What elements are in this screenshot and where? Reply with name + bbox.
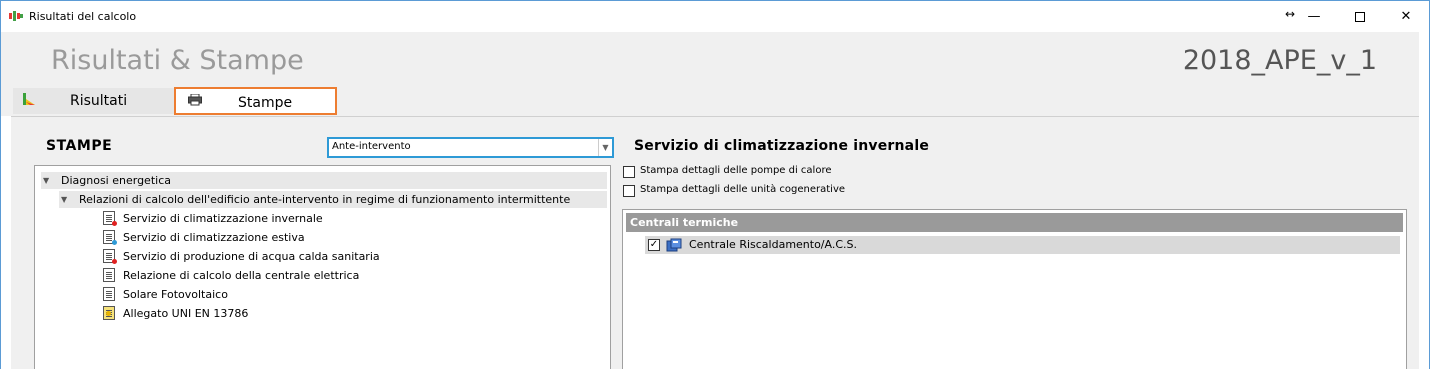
close-button[interactable]: ✕ xyxy=(1383,1,1429,32)
option-cogeneration-label: Stampa dettagli delle unità cogenerative xyxy=(640,184,846,195)
plant-checkbox[interactable]: ✓ xyxy=(648,239,660,251)
report-cooling-icon xyxy=(103,230,117,245)
report-dhw-icon xyxy=(103,249,117,264)
tree-node-group[interactable]: ▼ Relazioni di calcolo dell'edificio ant… xyxy=(59,191,607,208)
tree-item-label: Servizio di climatizzazione invernale xyxy=(123,212,323,225)
tree-node-root[interactable]: ▼ Diagnosi energetica xyxy=(41,172,607,189)
tab-risultati[interactable]: Risultati xyxy=(13,88,175,114)
tree-item[interactable]: Servizio di climatizzazione invernale xyxy=(101,210,541,227)
tree-item-label: Allegato UNI EN 13786 xyxy=(123,307,249,320)
plant-row[interactable]: ✓ Centrale Riscaldamento/A.C.S. xyxy=(645,236,1400,254)
stampe-section-title: STAMPE xyxy=(46,138,113,154)
maximize-icon xyxy=(1355,11,1365,22)
option-heat-pumps-label: Stampa dettagli delle pompe di calore xyxy=(640,165,832,176)
tree-node-group-label: Relazioni di calcolo dell'edificio ante-… xyxy=(79,193,571,206)
content-area: STAMPE Ante-intervento ▼ ▼ Diagnosi ener… xyxy=(11,116,1419,369)
tree-item[interactable]: Allegato UNI EN 13786 xyxy=(101,305,541,322)
option-heat-pumps[interactable]: Stampa dettagli delle pompe di calore xyxy=(623,165,843,180)
content-inner: STAMPE Ante-intervento ▼ ▼ Diagnosi ener… xyxy=(11,121,1419,369)
tree-node-root-label: Diagnosi energetica xyxy=(61,174,171,187)
tree-item-label: Servizio di produzione di acqua calda sa… xyxy=(123,250,380,263)
report-heating-icon xyxy=(103,211,117,226)
option-cogeneration[interactable]: Stampa dettagli delle unità cogenerative xyxy=(623,184,863,199)
tab-risultati-label: Risultati xyxy=(70,93,128,109)
results-window: Risultati del calcolo ↔ — ✕ Risultati & … xyxy=(0,0,1430,369)
thermal-plants-panel: Centrali termiche ✓ Centrale Riscaldamen… xyxy=(622,209,1407,369)
title-bar: Risultati del calcolo ↔ — ✕ xyxy=(1,1,1429,32)
expand-caret-icon[interactable]: ▼ xyxy=(43,172,49,189)
project-name: 2018_APE_v_1 xyxy=(1182,45,1377,76)
boiler-plant-icon xyxy=(666,238,682,252)
printer-icon xyxy=(188,94,202,106)
report-electric-icon xyxy=(103,268,115,282)
tree-item-label: Servizio di climatizzazione estiva xyxy=(123,231,305,244)
service-title: Servizio di climatizzazione invernale xyxy=(634,138,930,154)
tree-item[interactable]: Solare Fotovoltaico xyxy=(101,286,541,303)
maximize-button[interactable] xyxy=(1337,1,1383,32)
energy-class-icon xyxy=(23,93,35,105)
report-attachment-icon xyxy=(103,306,115,320)
scenario-select[interactable]: Ante-intervento ▼ xyxy=(327,137,614,158)
expand-caret-icon[interactable]: ▼ xyxy=(61,191,67,208)
window-title: Risultati del calcolo xyxy=(29,10,137,23)
chevron-down-icon[interactable]: ▼ xyxy=(598,139,612,156)
plant-label: Centrale Riscaldamento/A.C.S. xyxy=(689,238,858,251)
tree-item[interactable]: Servizio di produzione di acqua calda sa… xyxy=(101,248,541,265)
report-pv-icon xyxy=(103,287,115,301)
tree-item-label: Solare Fotovoltaico xyxy=(123,288,228,301)
tree-item[interactable]: Relazione di calcolo della centrale elet… xyxy=(101,267,541,284)
scenario-select-value: Ante-intervento xyxy=(332,141,411,152)
app-logo-icon xyxy=(9,11,23,21)
checkbox-cogeneration[interactable] xyxy=(623,185,635,197)
tree-item[interactable]: Servizio di climatizzazione estiva xyxy=(101,229,541,246)
thermal-plants-header: Centrali termiche xyxy=(626,213,1403,232)
right-gutter xyxy=(1419,32,1429,369)
tree-item-label: Relazione di calcolo della centrale elet… xyxy=(123,269,360,282)
report-tree: ▼ Diagnosi energetica ▼ Relazioni di cal… xyxy=(34,165,611,369)
minimize-button[interactable]: — xyxy=(1291,1,1337,32)
header: Risultati & Stampe 2018_APE_v_1 Risultat… xyxy=(1,32,1429,116)
page-title: Risultati & Stampe xyxy=(51,45,304,76)
tab-stampe[interactable]: Stampe xyxy=(174,87,337,115)
checkbox-heat-pumps[interactable] xyxy=(623,166,635,178)
tab-stampe-label: Stampe xyxy=(238,95,293,111)
